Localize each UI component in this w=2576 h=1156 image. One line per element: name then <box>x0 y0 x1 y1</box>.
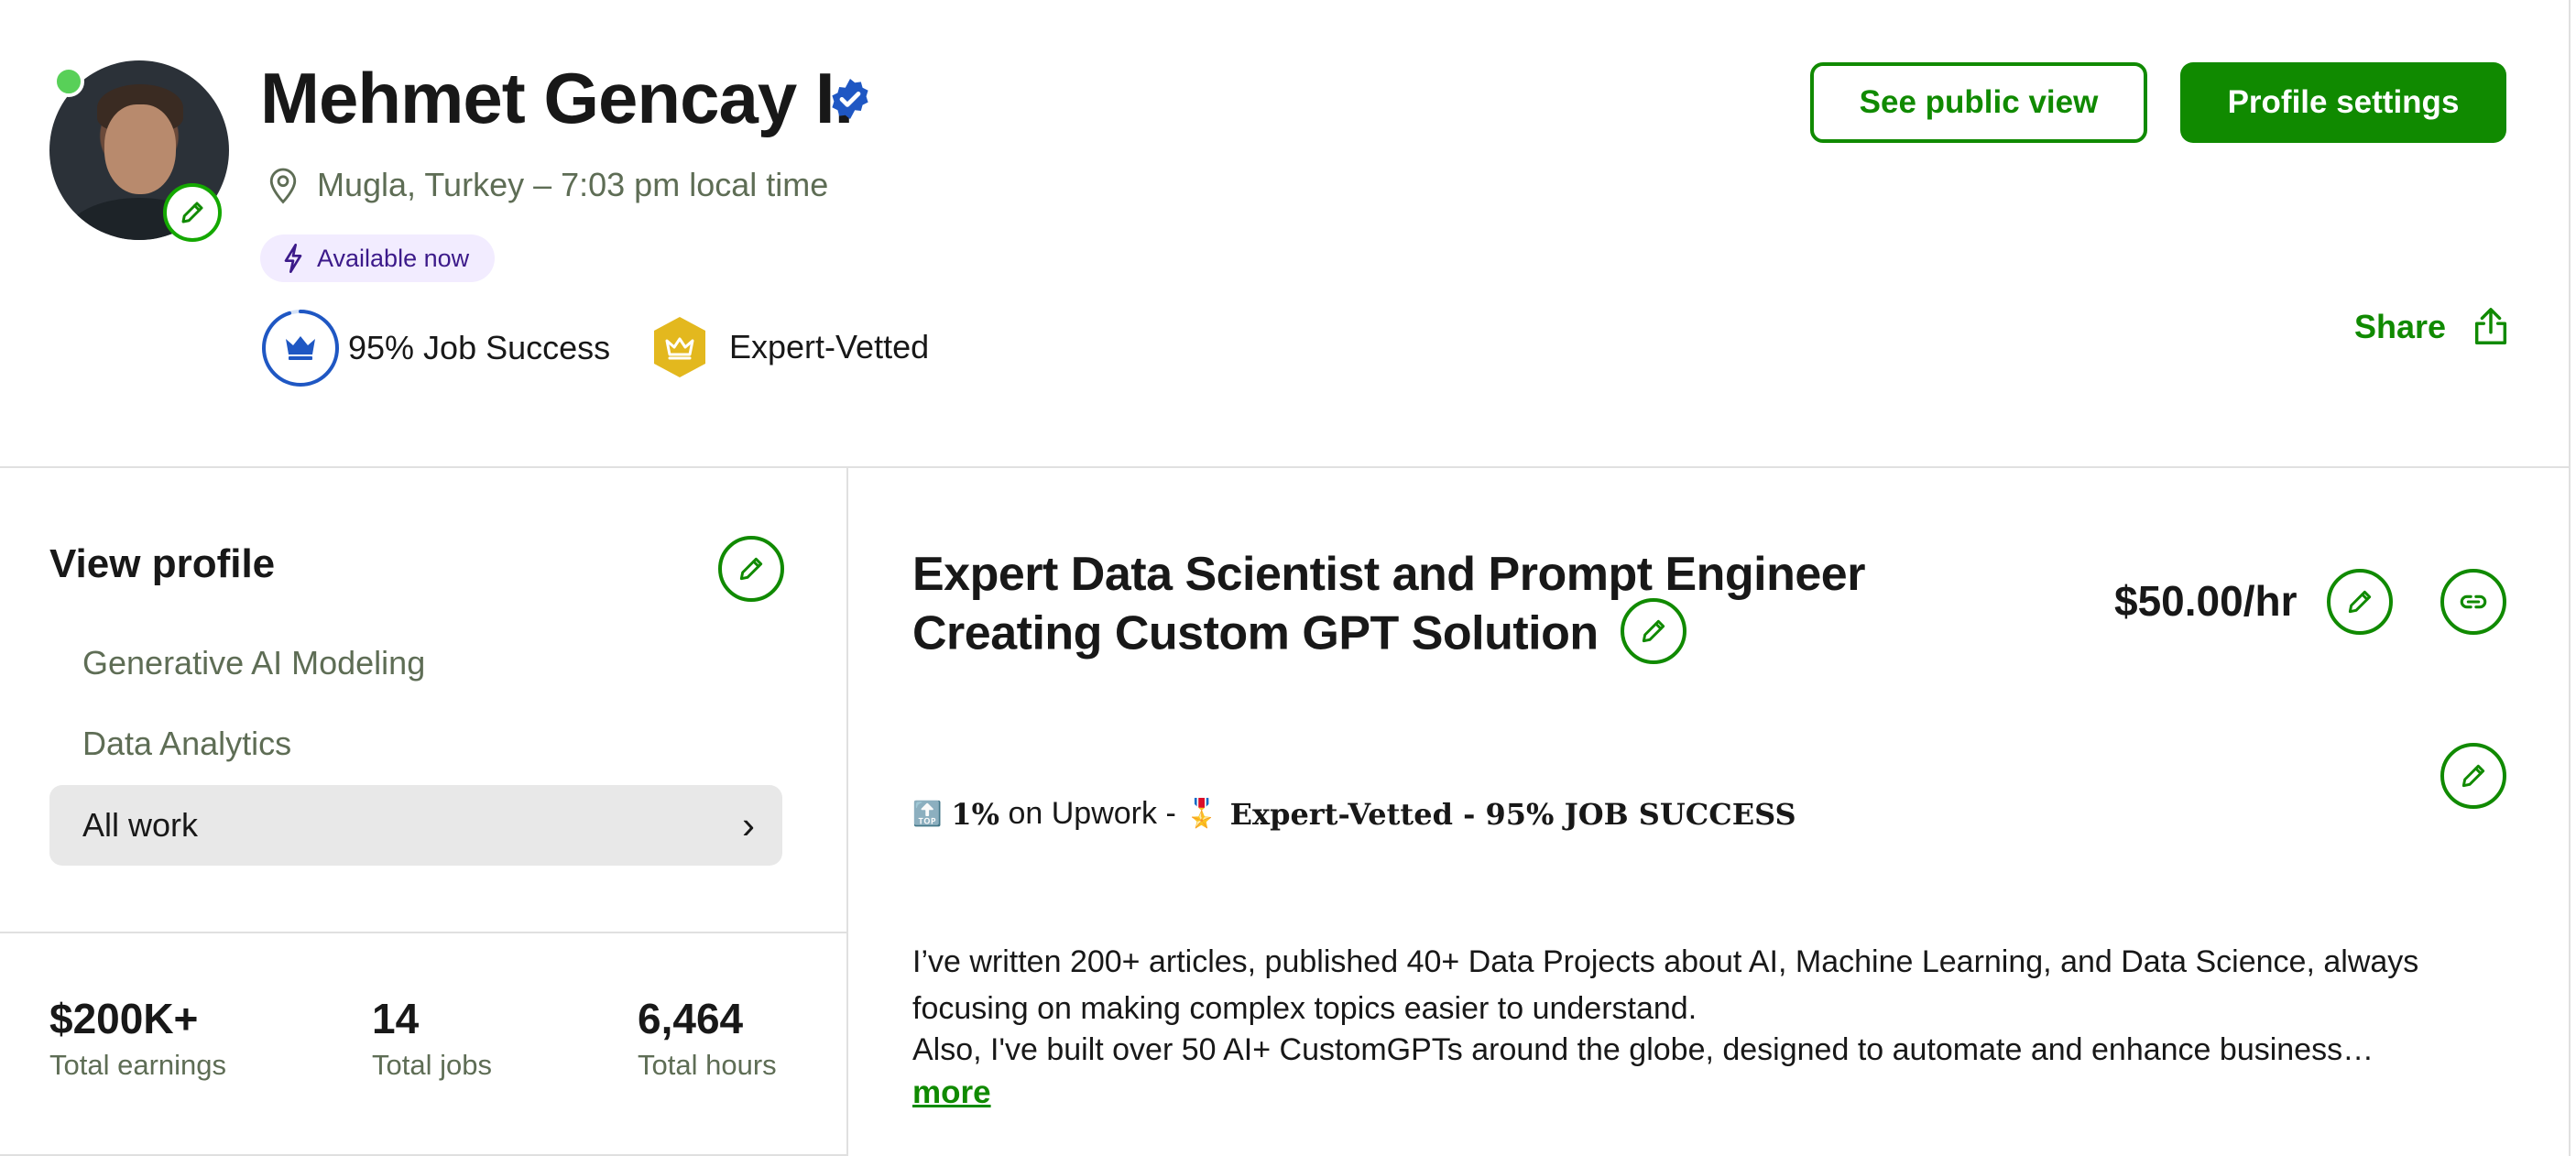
more-link[interactable]: more <box>912 1074 991 1111</box>
pencil-icon <box>739 557 763 581</box>
profile-header: Mehmet Gencay I. Mugla, Turkey – 7:03 pm… <box>0 0 2571 468</box>
chevron-right-icon: › <box>742 803 755 846</box>
profile-main: Expert Data Scientist and Prompt Enginee… <box>848 468 2571 1156</box>
hourly-rate: $50.00/hr <box>2114 577 2298 625</box>
stat-value: 6,464 <box>638 995 744 1042</box>
view-profile-title: View profile <box>49 541 276 586</box>
freelancer-name: Mehmet Gencay I. <box>260 58 854 138</box>
profile-card: Mehmet Gencay I. Mugla, Turkey – 7:03 pm… <box>0 0 2571 1156</box>
stat-label: Total earnings <box>49 1049 227 1081</box>
share-icon <box>2475 308 2507 344</box>
tagline-percent: 1% <box>951 796 1000 832</box>
expert-vetted-text: Expert-Vetted <box>729 328 930 365</box>
avatar-container <box>49 60 229 242</box>
tagline-on-upwork: on Upwork - <box>999 796 1185 831</box>
expert-crown-icon <box>654 317 705 377</box>
location-pin-icon <box>269 168 297 204</box>
edit-rate-button[interactable] <box>2327 569 2393 635</box>
edit-photo-button[interactable] <box>163 183 222 242</box>
edit-specialized-profiles-button[interactable] <box>718 536 784 602</box>
verified-badge-icon <box>832 79 868 119</box>
online-status-dot <box>53 66 84 97</box>
sidebar-divider <box>0 932 846 933</box>
stat-value: $200K+ <box>49 995 199 1042</box>
share-label: Share <box>2354 308 2447 345</box>
medal-icon: 🎖️ <box>1184 799 1219 829</box>
pencil-icon <box>2461 764 2485 788</box>
location-text: Mugla, Turkey – 7:03 pm local time <box>317 166 829 203</box>
profile-settings-button[interactable]: Profile settings <box>2180 62 2506 143</box>
sidebar-item-data-analytics[interactable]: Data Analytics <box>82 725 291 763</box>
pencil-icon <box>1642 619 1665 643</box>
pencil-icon <box>181 202 203 224</box>
stat-total-jobs: 14 Total jobs <box>372 994 492 1082</box>
sidebar-item-generative-ai-modeling[interactable]: Generative AI Modeling <box>82 644 425 682</box>
stat-total-earnings: $200K+ Total earnings <box>49 994 226 1082</box>
job-success-text: 95% Job Success <box>348 329 611 366</box>
job-success-badge: 95% Job Success <box>260 308 610 388</box>
profile-headline: Expert Data Scientist and Prompt Enginee… <box>912 548 1865 660</box>
overview-paragraph-1: I’ve written 200+ articles, published 40… <box>912 944 2419 1026</box>
top-icon: 🔝 <box>912 800 943 827</box>
availability-text: Available now <box>317 244 470 272</box>
crown-icon <box>286 336 315 360</box>
availability-badge[interactable]: Available now <box>260 234 496 282</box>
edit-overview-button[interactable] <box>2440 743 2506 809</box>
stat-label: Total jobs <box>372 1049 492 1081</box>
overview-paragraph-2: Also, I've built over 50 AI+ CustomGPTs … <box>912 1032 2374 1067</box>
stat-value: 14 <box>372 995 420 1042</box>
profile-headline-block: Expert Data Scientist and Prompt Enginee… <box>912 545 2067 670</box>
pencil-icon <box>2348 590 2372 614</box>
expert-vetted-badge: Expert-Vetted <box>650 315 929 379</box>
copy-link-button[interactable] <box>2440 569 2506 635</box>
edit-title-button[interactable] <box>1620 598 1686 664</box>
link-icon <box>2460 594 2487 609</box>
sidebar-item-all-work[interactable]: All work › <box>49 785 782 866</box>
sidebar-item-label: All work <box>82 806 199 844</box>
lightning-icon <box>284 244 302 273</box>
stat-total-hours: 6,464 Total hours <box>638 994 777 1082</box>
location-line: Mugla, Turkey – 7:03 pm local time <box>267 165 828 205</box>
stat-label: Total hours <box>638 1049 777 1081</box>
see-public-view-button[interactable]: See public view <box>1810 62 2147 143</box>
job-success-ring <box>262 310 339 387</box>
overview-tagline: 🔝 1% on Upwork - 🎖️ Expert-Vetted - 95% … <box>912 796 1796 832</box>
tagline-expert: Expert-Vetted - 95% JOB SUCCESS <box>1229 796 1796 832</box>
share-button[interactable]: Share <box>2354 306 2512 348</box>
profile-sidebar: View profile Generative AI Modeling Data… <box>0 468 848 1156</box>
